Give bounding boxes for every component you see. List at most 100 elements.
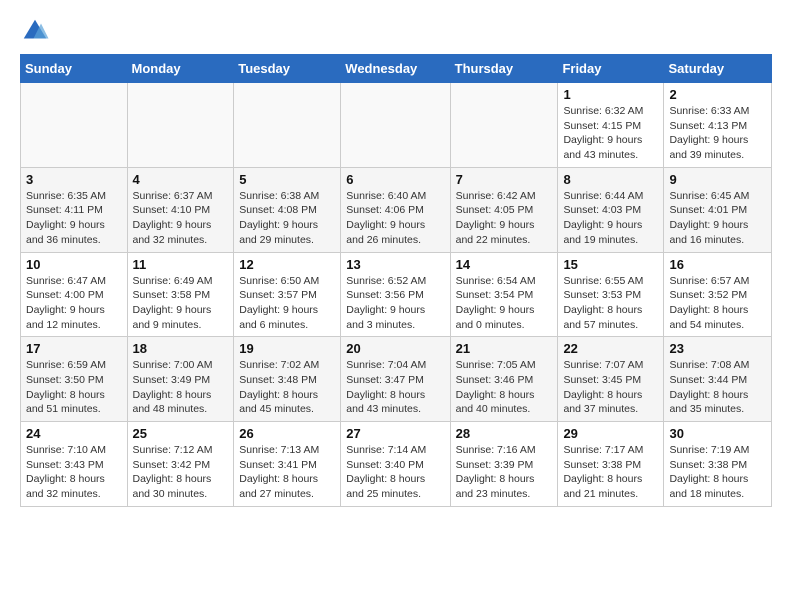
day-info: Sunrise: 6:37 AM Sunset: 4:10 PM Dayligh…: [133, 189, 229, 248]
calendar-cell: 10 Sunrise: 6:47 AM Sunset: 4:00 PM Dayli…: [21, 252, 128, 337]
dow-header: Tuesday: [234, 55, 341, 83]
day-info: Sunrise: 6:35 AM Sunset: 4:11 PM Dayligh…: [26, 189, 122, 248]
calendar-week-row: 10 Sunrise: 6:47 AM Sunset: 4:00 PM Dayli…: [21, 252, 772, 337]
calendar-cell: 5Sunrise: 6:38 AM Sunset: 4:08 PM Daylig…: [234, 167, 341, 252]
day-number: 7: [456, 172, 553, 187]
day-number: 21: [456, 341, 553, 356]
day-number: 10: [26, 257, 122, 272]
day-info: Sunrise: 7:17 AM Sunset: 3:38 PM Dayligh…: [563, 443, 658, 502]
calendar-cell: 9 Sunrise: 6:45 AM Sunset: 4:01 PM Daylig…: [664, 167, 772, 252]
calendar-cell: 13 Sunrise: 6:52 AM Sunset: 3:56 PM Dayli…: [341, 252, 450, 337]
day-info: Sunrise: 7:00 AM Sunset: 3:49 PM Dayligh…: [133, 358, 229, 417]
day-number: 22: [563, 341, 658, 356]
calendar-cell: 16Sunrise: 6:57 AM Sunset: 3:52 PM Dayli…: [664, 252, 772, 337]
dow-header: Monday: [127, 55, 234, 83]
calendar-week-row: 17 Sunrise: 6:59 AM Sunset: 3:50 PM Dayli…: [21, 337, 772, 422]
calendar-cell: [341, 83, 450, 168]
day-number: 3: [26, 172, 122, 187]
day-info: Sunrise: 6:49 AM Sunset: 3:58 PM Dayligh…: [133, 274, 229, 333]
calendar-cell: 7 Sunrise: 6:42 AM Sunset: 4:05 PM Daylig…: [450, 167, 558, 252]
day-info: Sunrise: 6:32 AM Sunset: 4:15 PM Dayligh…: [563, 104, 658, 163]
calendar-cell: 11 Sunrise: 6:49 AM Sunset: 3:58 PM Dayli…: [127, 252, 234, 337]
day-number: 15: [563, 257, 658, 272]
calendar-cell: 12 Sunrise: 6:50 AM Sunset: 3:57 PM Dayli…: [234, 252, 341, 337]
day-info: Sunrise: 6:50 AM Sunset: 3:57 PM Dayligh…: [239, 274, 335, 333]
calendar-cell: 2 Sunrise: 6:33 AM Sunset: 4:13 PM Daylig…: [664, 83, 772, 168]
day-number: 9: [669, 172, 766, 187]
calendar-cell: 28Sunrise: 7:16 AM Sunset: 3:39 PM Dayli…: [450, 422, 558, 507]
calendar-cell: 18 Sunrise: 7:00 AM Sunset: 3:49 PM Dayli…: [127, 337, 234, 422]
day-number: 2: [669, 87, 766, 102]
day-info: Sunrise: 6:47 AM Sunset: 4:00 PM Dayligh…: [26, 274, 122, 333]
day-info: Sunrise: 6:55 AM Sunset: 3:53 PM Dayligh…: [563, 274, 658, 333]
day-info: Sunrise: 6:40 AM Sunset: 4:06 PM Dayligh…: [346, 189, 444, 248]
dow-header: Saturday: [664, 55, 772, 83]
dow-header: Wednesday: [341, 55, 450, 83]
logo-icon: [20, 16, 50, 46]
calendar-cell: [234, 83, 341, 168]
day-number: 5: [239, 172, 335, 187]
day-number: 11: [133, 257, 229, 272]
calendar-cell: 27 Sunrise: 7:14 AM Sunset: 3:40 PM Dayli…: [341, 422, 450, 507]
calendar-cell: 22Sunrise: 7:07 AM Sunset: 3:45 PM Dayli…: [558, 337, 664, 422]
calendar-week-row: 1 Sunrise: 6:32 AM Sunset: 4:15 PM Daylig…: [21, 83, 772, 168]
day-number: 18: [133, 341, 229, 356]
day-number: 24: [26, 426, 122, 441]
calendar-cell: 1 Sunrise: 6:32 AM Sunset: 4:15 PM Daylig…: [558, 83, 664, 168]
calendar-cell: 26Sunrise: 7:13 AM Sunset: 3:41 PM Dayli…: [234, 422, 341, 507]
day-info: Sunrise: 7:12 AM Sunset: 3:42 PM Dayligh…: [133, 443, 229, 502]
day-number: 1: [563, 87, 658, 102]
calendar-cell: 24 Sunrise: 7:10 AM Sunset: 3:43 PM Dayli…: [21, 422, 128, 507]
day-number: 13: [346, 257, 444, 272]
day-number: 30: [669, 426, 766, 441]
calendar-cell: 21 Sunrise: 7:05 AM Sunset: 3:46 PM Dayli…: [450, 337, 558, 422]
day-info: Sunrise: 7:05 AM Sunset: 3:46 PM Dayligh…: [456, 358, 553, 417]
calendar-cell: 23Sunrise: 7:08 AM Sunset: 3:44 PM Dayli…: [664, 337, 772, 422]
day-info: Sunrise: 6:59 AM Sunset: 3:50 PM Dayligh…: [26, 358, 122, 417]
calendar-cell: [127, 83, 234, 168]
day-info: Sunrise: 6:33 AM Sunset: 4:13 PM Dayligh…: [669, 104, 766, 163]
calendar-cell: 17 Sunrise: 6:59 AM Sunset: 3:50 PM Dayli…: [21, 337, 128, 422]
calendar-cell: 6 Sunrise: 6:40 AM Sunset: 4:06 PM Daylig…: [341, 167, 450, 252]
day-info: Sunrise: 7:19 AM Sunset: 3:38 PM Dayligh…: [669, 443, 766, 502]
calendar-cell: 25 Sunrise: 7:12 AM Sunset: 3:42 PM Dayli…: [127, 422, 234, 507]
day-number: 27: [346, 426, 444, 441]
day-info: Sunrise: 6:45 AM Sunset: 4:01 PM Dayligh…: [669, 189, 766, 248]
day-number: 16: [669, 257, 766, 272]
day-number: 25: [133, 426, 229, 441]
day-info: Sunrise: 7:02 AM Sunset: 3:48 PM Dayligh…: [239, 358, 335, 417]
day-number: 17: [26, 341, 122, 356]
calendar-cell: 30 Sunrise: 7:19 AM Sunset: 3:38 PM Dayli…: [664, 422, 772, 507]
day-info: Sunrise: 7:14 AM Sunset: 3:40 PM Dayligh…: [346, 443, 444, 502]
day-info: Sunrise: 6:44 AM Sunset: 4:03 PM Dayligh…: [563, 189, 658, 248]
calendar-cell: 19 Sunrise: 7:02 AM Sunset: 3:48 PM Dayli…: [234, 337, 341, 422]
day-info: Sunrise: 7:10 AM Sunset: 3:43 PM Dayligh…: [26, 443, 122, 502]
calendar-cell: 14 Sunrise: 6:54 AM Sunset: 3:54 PM Dayli…: [450, 252, 558, 337]
day-number: 28: [456, 426, 553, 441]
calendar: SundayMondayTuesdayWednesdayThursdayFrid…: [20, 54, 772, 507]
day-info: Sunrise: 7:08 AM Sunset: 3:44 PM Dayligh…: [669, 358, 766, 417]
day-info: Sunrise: 6:42 AM Sunset: 4:05 PM Dayligh…: [456, 189, 553, 248]
calendar-cell: 3 Sunrise: 6:35 AM Sunset: 4:11 PM Daylig…: [21, 167, 128, 252]
calendar-cell: 8 Sunrise: 6:44 AM Sunset: 4:03 PM Daylig…: [558, 167, 664, 252]
day-info: Sunrise: 7:13 AM Sunset: 3:41 PM Dayligh…: [239, 443, 335, 502]
day-number: 14: [456, 257, 553, 272]
day-number: 20: [346, 341, 444, 356]
day-number: 12: [239, 257, 335, 272]
days-of-week-row: SundayMondayTuesdayWednesdayThursdayFrid…: [21, 55, 772, 83]
dow-header: Friday: [558, 55, 664, 83]
calendar-cell: [21, 83, 128, 168]
day-number: 6: [346, 172, 444, 187]
day-number: 19: [239, 341, 335, 356]
calendar-cell: [450, 83, 558, 168]
header: [20, 16, 772, 46]
day-number: 29: [563, 426, 658, 441]
calendar-cell: 15 Sunrise: 6:55 AM Sunset: 3:53 PM Dayli…: [558, 252, 664, 337]
day-number: 8: [563, 172, 658, 187]
day-info: Sunrise: 6:54 AM Sunset: 3:54 PM Dayligh…: [456, 274, 553, 333]
day-info: Sunrise: 6:52 AM Sunset: 3:56 PM Dayligh…: [346, 274, 444, 333]
calendar-week-row: 3 Sunrise: 6:35 AM Sunset: 4:11 PM Daylig…: [21, 167, 772, 252]
day-number: 4: [133, 172, 229, 187]
calendar-body: 1 Sunrise: 6:32 AM Sunset: 4:15 PM Daylig…: [21, 83, 772, 507]
logo: [20, 16, 54, 46]
